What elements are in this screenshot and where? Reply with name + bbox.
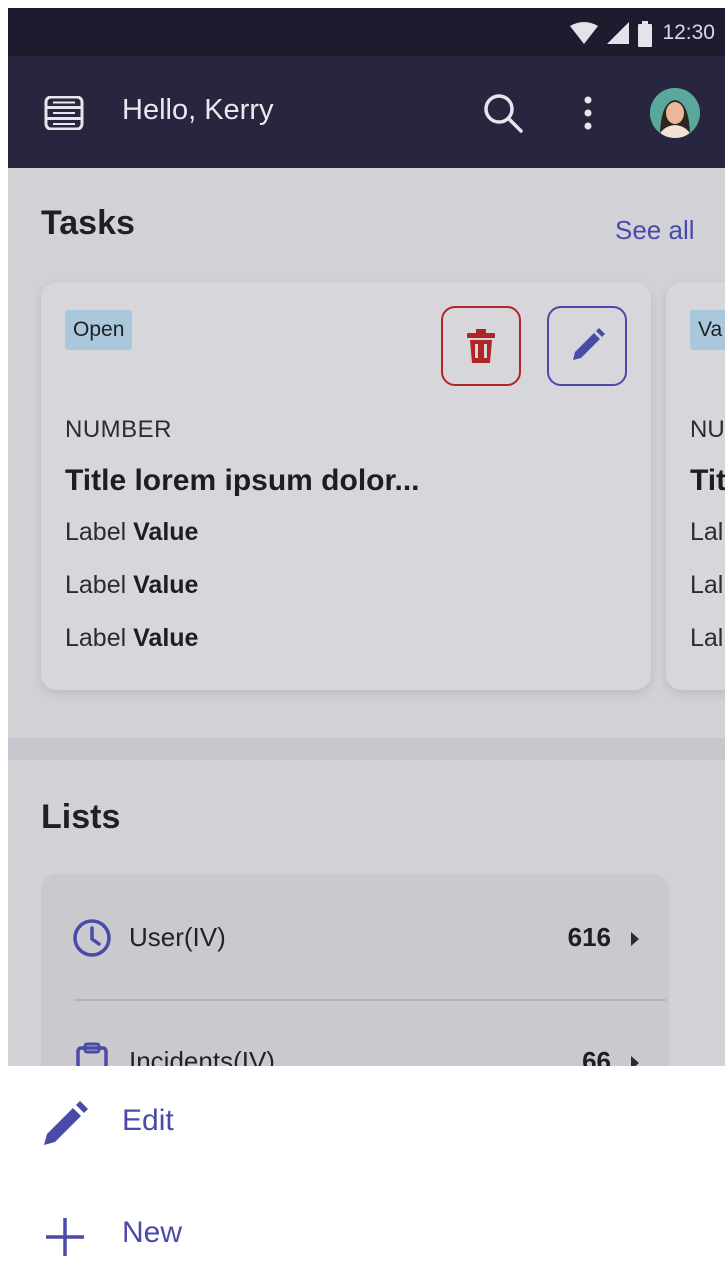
task-number: NUMBER	[65, 416, 173, 443]
edit-button[interactable]	[547, 306, 627, 386]
list-item-count: 616	[567, 922, 611, 952]
chevron-right-icon	[631, 932, 639, 946]
task-field-row: Label Value	[65, 624, 198, 653]
bottom-sheet: Edit New	[8, 1066, 725, 1287]
field-value: Value	[133, 571, 199, 599]
server-menu-icon[interactable]	[44, 96, 84, 130]
plus-icon	[46, 1218, 84, 1256]
tasks-section-title: Tasks	[41, 204, 135, 242]
list-item-label: User(IV)	[129, 922, 226, 952]
search-icon[interactable]	[482, 92, 524, 134]
trash-icon	[467, 329, 495, 363]
task-title: Title lorem ipsum dolor...	[65, 464, 420, 497]
status-icons	[569, 21, 653, 47]
field-label: Label	[65, 571, 134, 599]
field-label: Lal	[690, 571, 724, 599]
signal-icon	[607, 22, 629, 44]
sheet-item-edit[interactable]: Edit	[8, 1066, 725, 1176]
status-badge: Open	[65, 310, 133, 350]
lists-section-title: Lists	[41, 798, 121, 836]
field-value: Value	[133, 518, 199, 546]
field-value: Value	[133, 624, 199, 652]
status-bar: 12:30	[8, 8, 725, 56]
task-card-partial[interactable]: Va NU Tit Lal Lal Lal	[666, 282, 725, 690]
status-badge: Va	[690, 310, 725, 350]
see-all-link[interactable]: See all	[615, 215, 695, 246]
app-screen: 12:30 Hello, Kerry Tasks See all Open NU…	[8, 8, 725, 1287]
clock-icon	[73, 919, 111, 957]
sheet-item-label: New	[122, 1216, 183, 1249]
task-card[interactable]: Open NUMBER Title lorem ipsum dolor... L…	[41, 282, 651, 690]
app-bar: Hello, Kerry	[8, 56, 725, 168]
task-field-row: Label Value	[65, 571, 198, 600]
field-label: Label	[65, 518, 134, 546]
task-field-row: Label Value	[65, 518, 198, 547]
status-time: 12:30	[662, 21, 715, 44]
pencil-icon	[44, 1101, 88, 1145]
greeting-title: Hello, Kerry	[122, 94, 274, 126]
task-title: Tit	[690, 464, 725, 497]
battery-icon	[638, 21, 652, 47]
field-label: Lal	[690, 518, 724, 546]
section-divider	[8, 738, 725, 760]
list-item[interactable]: User(IV) 616	[41, 874, 669, 998]
user-avatar[interactable]	[650, 88, 700, 138]
delete-button[interactable]	[441, 306, 521, 386]
field-label: Lal	[690, 624, 724, 652]
pencil-icon	[573, 328, 605, 360]
avatar-portrait-icon	[650, 88, 700, 138]
sheet-item-label: Edit	[122, 1104, 174, 1137]
task-number: NU	[690, 416, 725, 443]
sheet-item-new[interactable]: New	[8, 1176, 725, 1286]
field-label: Label	[65, 624, 134, 652]
more-vertical-icon[interactable]	[578, 94, 598, 134]
wifi-icon	[570, 22, 598, 44]
